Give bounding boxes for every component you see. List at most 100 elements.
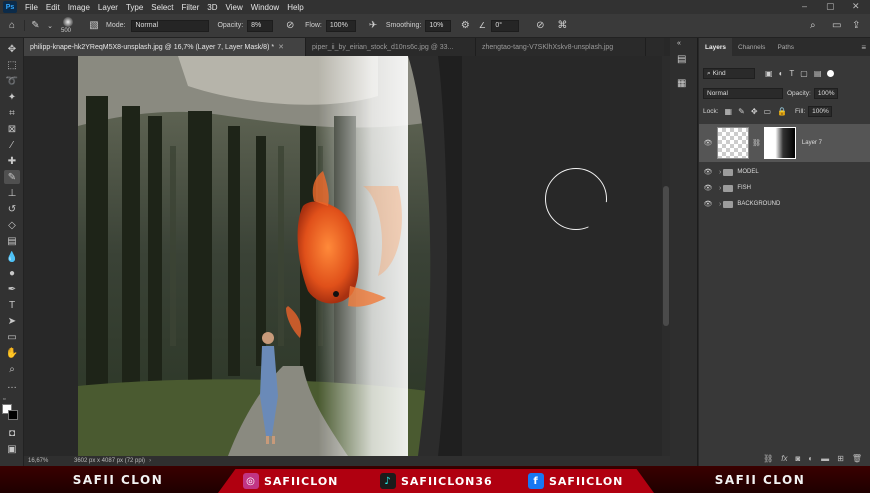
type-tool-icon[interactable]: T <box>4 298 20 312</box>
opacity-input[interactable]: 8% <box>247 19 274 32</box>
pressure-size-icon[interactable]: ⊘ <box>529 20 551 31</box>
lock-all-icon[interactable]: 🔒 <box>777 107 787 116</box>
menu-layer[interactable]: Layer <box>98 3 118 12</box>
tab-channels[interactable]: Channels <box>732 38 771 56</box>
link-icon[interactable]: ⛓ <box>763 454 773 463</box>
expand-chevron-icon[interactable]: › <box>719 185 721 192</box>
menu-image[interactable]: Image <box>68 3 90 12</box>
filter-adjustment-icon[interactable]: ◐ <box>779 69 784 78</box>
rectangle-tool-icon[interactable]: ▭ <box>4 330 20 344</box>
history-brush-tool-icon[interactable]: ↺ <box>4 202 20 216</box>
visibility-eye-icon[interactable]: 👁 <box>699 184 717 192</box>
filter-kind-select[interactable]: ⌕ Kind <box>703 68 755 79</box>
menu-filter[interactable]: Filter <box>182 3 200 12</box>
status-arrow-icon[interactable]: › <box>149 458 151 464</box>
layer-mask-thumbnail[interactable] <box>763 127 796 159</box>
filter-shape-icon[interactable]: ▢ <box>800 69 808 78</box>
close-window-button[interactable]: ✕ <box>852 1 860 12</box>
filter-type-icon[interactable]: T <box>789 69 794 78</box>
quick-mask-icon[interactable]: ◘ <box>4 426 20 440</box>
menu-type[interactable]: Type <box>126 3 143 12</box>
menu-3d[interactable]: 3D <box>207 3 217 12</box>
lock-artboard-icon[interactable]: ▭ <box>764 107 772 116</box>
folder-icon[interactable]: ▬ <box>821 454 829 463</box>
healing-brush-tool-icon[interactable]: ✚ <box>4 154 20 168</box>
hand-tool-icon[interactable]: ✋ <box>4 346 20 360</box>
mode-select[interactable]: Normal <box>131 19 210 32</box>
lasso-tool-icon[interactable]: ➰ <box>4 74 20 88</box>
expand-chevron-icon[interactable]: › <box>719 201 721 208</box>
menu-window[interactable]: Window <box>251 3 279 12</box>
magic-wand-tool-icon[interactable]: ✦ <box>4 90 20 104</box>
lock-transparent-icon[interactable]: ▦ <box>725 107 733 116</box>
symmetry-icon[interactable]: ⌘ <box>551 20 573 31</box>
search-icon[interactable]: ⌕ <box>810 20 816 31</box>
lock-position-icon[interactable]: ✥ <box>751 107 758 116</box>
layer-row-background[interactable]: 👁 › BACKGROUND <box>699 196 870 212</box>
filter-pixel-icon[interactable]: ▣ <box>765 69 773 78</box>
brush-tool-icon-active[interactable]: ✎ <box>4 170 20 184</box>
crop-tool-icon[interactable]: ⌗ <box>4 106 20 120</box>
mask-link-icon[interactable]: ⛓ <box>752 139 761 147</box>
tab-paths[interactable]: Paths <box>771 38 800 56</box>
workspace-icon[interactable]: ▭ <box>832 20 841 31</box>
clone-stamp-tool-icon[interactable]: ⊥ <box>4 186 20 200</box>
scrollbar-thumb[interactable] <box>663 186 669 326</box>
close-tab-icon[interactable]: ✕ <box>278 43 284 51</box>
layer-row-layer-7[interactable]: 👁 ⛓ Layer 7 <box>699 124 870 162</box>
minimize-button[interactable]: – <box>802 1 807 11</box>
pressure-opacity-icon[interactable]: ⊘ <box>279 20 301 31</box>
home-icon[interactable]: ⌂ <box>0 20 24 31</box>
maximize-button[interactable]: ▢ <box>826 1 835 12</box>
adjustment-icon[interactable]: ◐ <box>808 454 813 463</box>
menu-file[interactable]: File <box>25 3 38 12</box>
chevron-down-icon[interactable]: ⌄ <box>46 22 54 30</box>
layer-row-model[interactable]: 👁 › MODEL <box>699 164 870 180</box>
filter-smart-object-icon[interactable]: ▤ <box>814 69 822 78</box>
marquee-tool-icon[interactable]: ⬚ <box>4 58 20 72</box>
frame-tool-icon[interactable]: ⊠ <box>4 122 20 136</box>
mask-icon[interactable]: ◙ <box>795 454 800 463</box>
brush-settings-icon[interactable]: ▧ <box>84 20 104 31</box>
history-panel-icon[interactable]: ▤ <box>677 54 686 65</box>
move-tool-icon[interactable]: ✥ <box>4 42 20 56</box>
angle-input[interactable]: 0° <box>491 19 520 32</box>
layer-opacity-input[interactable]: 100% <box>813 88 838 99</box>
visibility-eye-icon[interactable]: 👁 <box>699 200 717 208</box>
brush-tool-icon[interactable]: ✎ <box>24 20 46 31</box>
screen-mode-icon[interactable]: ▣ <box>4 442 20 456</box>
menu-view[interactable]: View <box>226 3 243 12</box>
new-layer-icon[interactable]: ⊞ <box>837 454 844 463</box>
layer-row-fish[interactable]: 👁 › FISH <box>699 180 870 196</box>
smoothing-options-gear-icon[interactable]: ⚙ <box>455 20 475 31</box>
default-colors-icon[interactable]: ▫ <box>3 396 5 403</box>
properties-panel-icon[interactable]: ▦ <box>677 78 686 89</box>
zoom-tool-icon[interactable]: ⌕ <box>4 362 20 376</box>
menu-help[interactable]: Help <box>287 3 303 12</box>
blur-tool-icon[interactable]: 💧 <box>4 250 20 264</box>
menu-select[interactable]: Select <box>151 3 173 12</box>
lock-image-icon[interactable]: ✎ <box>738 107 745 116</box>
trash-icon[interactable]: 🗑 <box>852 454 862 463</box>
fx-icon[interactable]: fx <box>781 454 787 463</box>
expand-chevron-icon[interactable]: › <box>719 169 721 176</box>
airbrush-icon[interactable]: ✈ <box>362 20 384 31</box>
visibility-eye-icon[interactable]: 👁 <box>699 139 717 147</box>
collapse-panels-icon[interactable]: « <box>677 40 681 47</box>
tab-piper[interactable]: piper_ii_by_eirian_stock_d10ns6c.jpg @ 3… <box>306 38 476 56</box>
document-canvas[interactable] <box>78 56 462 456</box>
pen-tool-icon[interactable]: ✒ <box>4 282 20 296</box>
flow-input[interactable]: 100% <box>325 19 356 32</box>
canvas-area[interactable] <box>24 56 664 456</box>
blend-mode-select[interactable]: Normal <box>703 88 783 99</box>
tab-layers[interactable]: Layers <box>699 38 732 56</box>
filter-toggle-icon[interactable] <box>827 70 835 77</box>
zoom-level[interactable]: 16,67% <box>28 458 68 464</box>
eyedropper-tool-icon[interactable]: ⁄ <box>4 138 20 152</box>
tab-zhengtao-tang[interactable]: zhengtao-tang-V7SKlhXskv8-unsplash.jpg <box>476 38 646 56</box>
more-tools-icon[interactable]: … <box>4 378 20 392</box>
gradient-tool-icon[interactable]: ▤ <box>4 234 20 248</box>
fill-input[interactable]: 100% <box>808 106 833 117</box>
tab-philipp-knape[interactable]: philipp-knape-hk2YReqM5X8-unsplash.jpg @… <box>24 38 306 56</box>
eraser-tool-icon[interactable]: ◇ <box>4 218 20 232</box>
